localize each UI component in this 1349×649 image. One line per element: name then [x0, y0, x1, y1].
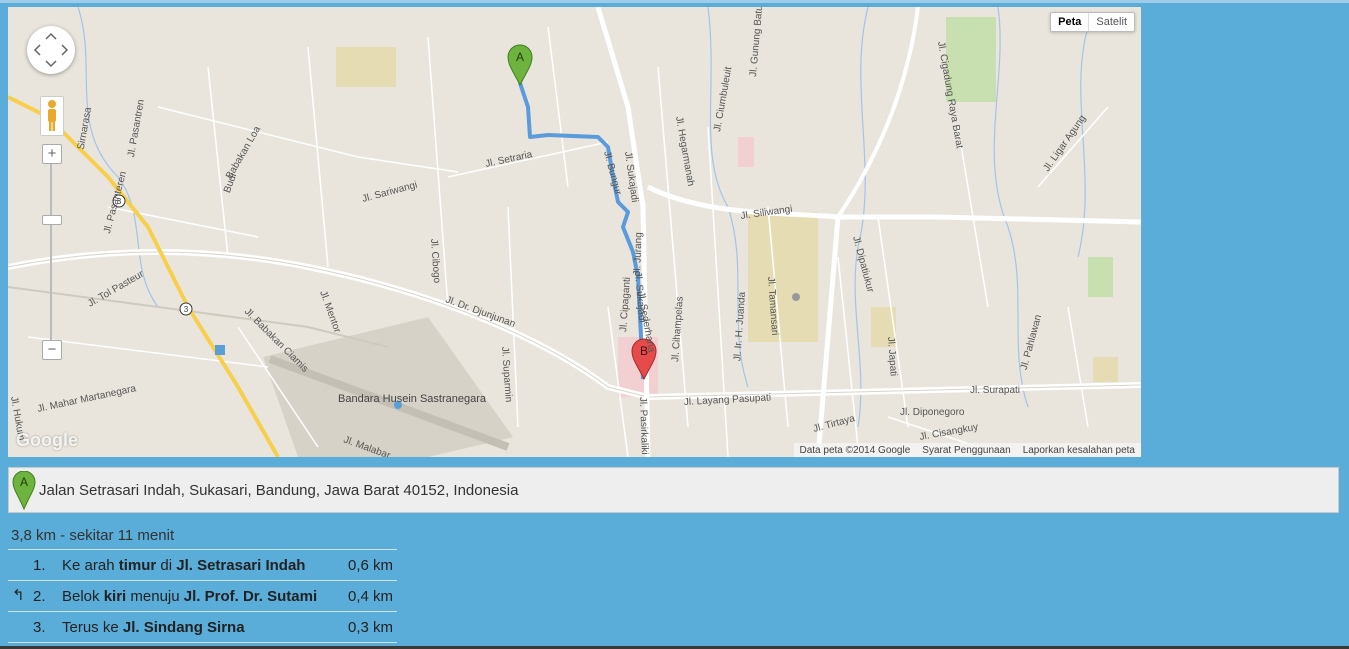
street-label: Jl. Dr. Djunjunan	[444, 294, 517, 329]
step-number: 1.	[33, 557, 46, 574]
street-label: Jl. Mahar Martanegara	[36, 383, 137, 415]
step-street: Jl. Prof. Dr. Sutami	[183, 588, 318, 605]
start-address-text: Jalan Setrasari Indah, Sukasari, Bandung…	[39, 482, 519, 499]
road-number-badge: 3	[179, 302, 193, 316]
step-description: Belok kiri menuju Jl. Prof. Dr. Sutami	[62, 588, 317, 605]
report-error-link[interactable]: Laporkan kesalahan peta	[1023, 445, 1135, 456]
street-label: Babakan Loa	[224, 124, 263, 181]
step-distance: 0,3 km	[347, 619, 393, 636]
pegman-icon	[48, 100, 56, 131]
map-type-map-button[interactable]: Peta	[1051, 13, 1090, 31]
street-label: Jl. Sariwangi	[361, 180, 419, 205]
step-text: Belok	[62, 588, 104, 605]
street-label: Jl. Tirtaya	[812, 413, 857, 435]
terms-link[interactable]: Syarat Penggunaan	[922, 445, 1010, 456]
step-street: Jl. Sindang Sirna	[122, 619, 245, 636]
landmark-icon	[792, 293, 800, 301]
street-label: Jl. Suparmin	[499, 346, 514, 402]
turn-left-icon: ↰	[12, 587, 25, 604]
step-street: Jl. Setrasari Indah	[176, 557, 306, 574]
step-text: menuju	[126, 588, 184, 605]
step-description: Terus ke Jl. Sindang Sirna	[62, 619, 245, 636]
step-bold: timur	[118, 557, 157, 574]
street-label: Jl. Dipatiukur	[850, 235, 876, 294]
directions-steps: 1. Ke arah timur di Jl. Setrasari Indah …	[8, 549, 397, 643]
step-distance: 0,4 km	[347, 588, 393, 605]
google-logo: Google	[16, 430, 78, 450]
map-type-satellite-button[interactable]: Satelit	[1089, 13, 1134, 31]
top-border	[0, 0, 1349, 3]
street-label: Jl. Pasantren	[126, 99, 147, 158]
street-label: Jl. Cisangkuy	[919, 422, 979, 443]
street-label: Jl. Ciumbuleuit	[712, 66, 734, 133]
zoom-out-button[interactable]: −	[42, 340, 62, 360]
pan-arrows-icon	[33, 32, 69, 68]
map-attribution: Data peta ©2014 Google Syarat Penggunaan…	[793, 443, 1141, 457]
route-summary: 3,8 km - sekitar 11 menit	[11, 527, 175, 544]
street-label: Jl. Surapati	[970, 385, 1020, 396]
map-main-road	[646, 184, 1141, 225]
street-label: Jl. Bungur	[601, 150, 623, 197]
route-line	[518, 82, 645, 380]
map-area	[1093, 357, 1118, 382]
station-icon	[215, 345, 225, 355]
map-hospital	[738, 137, 754, 167]
street-label: Jl. Pasirkaliki	[637, 397, 650, 455]
step-number: 2.	[33, 588, 46, 605]
map-main-road-edge	[8, 251, 1141, 398]
street-label: Jl. Jurang	[632, 232, 645, 276]
map-main-road	[8, 249, 1141, 401]
direction-step[interactable]: 1. Ke arah timur di Jl. Setrasari Indah …	[8, 549, 397, 580]
step-number: 3.	[33, 619, 46, 636]
map-main-road	[836, 7, 920, 219]
zoom-slider-handle[interactable]	[42, 215, 62, 225]
map-river	[993, 7, 1029, 408]
street-label: Jl. Japati	[885, 336, 899, 376]
step-distance: 0,6 km	[347, 557, 393, 574]
marker-a[interactable]: A	[507, 44, 533, 87]
start-address-bar: A Jalan Setrasari Indah, Sukasari, Bandu…	[8, 467, 1339, 513]
airport-label-line1: Bandara Husein Sastranegara	[338, 393, 487, 405]
map-area	[336, 47, 396, 87]
street-label: Jl. Cihampelas	[670, 296, 686, 362]
zoom-in-button[interactable]: +	[42, 144, 62, 164]
street-label: Jl. Pahlawan	[1019, 314, 1044, 372]
zoom-track[interactable]	[50, 153, 52, 353]
map-canvas[interactable]: A B 3 3 Jl. Setraria Jl. Sariwangi Jl. S…	[8, 7, 1141, 457]
street-label: Jl. Gunung Batu	[748, 7, 765, 77]
street-label: Jl. Cibogo	[428, 238, 442, 284]
marker-a-label: A	[516, 50, 524, 64]
street-label: Jl. Cipaganti	[618, 277, 633, 333]
step-text: di	[156, 557, 177, 574]
direction-step[interactable]: ↰ 2. Belok kiri menuju Jl. Prof. Dr. Sut…	[8, 580, 397, 611]
street-label: Jl. Ligar Agung	[1041, 113, 1088, 174]
direction-step[interactable]: 3. Terus ke Jl. Sindang Sirna 0,3 km	[8, 611, 397, 643]
map-area	[748, 212, 818, 342]
street-view-pegman[interactable]	[40, 96, 64, 136]
step-description: Ke arah timur di Jl. Setrasari Indah	[62, 557, 305, 574]
pan-control[interactable]	[27, 26, 75, 74]
step-bold: kiri	[103, 588, 127, 605]
map-base: A B 3 3 Jl. Setraria Jl. Sariwangi Jl. S…	[8, 7, 1141, 457]
map-data-credit: Data peta ©2014 Google	[799, 444, 911, 456]
street-label: Jl. Ir. H. Juanda	[732, 291, 748, 362]
map-type-control: Peta Satelit	[1050, 12, 1135, 32]
step-text: Ke arah	[62, 557, 119, 574]
street-label: Jl. Setraria	[484, 149, 533, 170]
step-text: Terus ke	[62, 619, 123, 636]
marker-a-icon: A	[12, 471, 36, 511]
road-number-text: 3	[184, 305, 189, 314]
address-marker-label: A	[20, 475, 28, 489]
street-label: Jl. Diponegoro	[900, 407, 965, 418]
map-park	[1088, 257, 1113, 297]
street-label: Jl. Mentor	[317, 289, 343, 335]
street-label: Jl. Hegarmanah	[673, 116, 696, 187]
